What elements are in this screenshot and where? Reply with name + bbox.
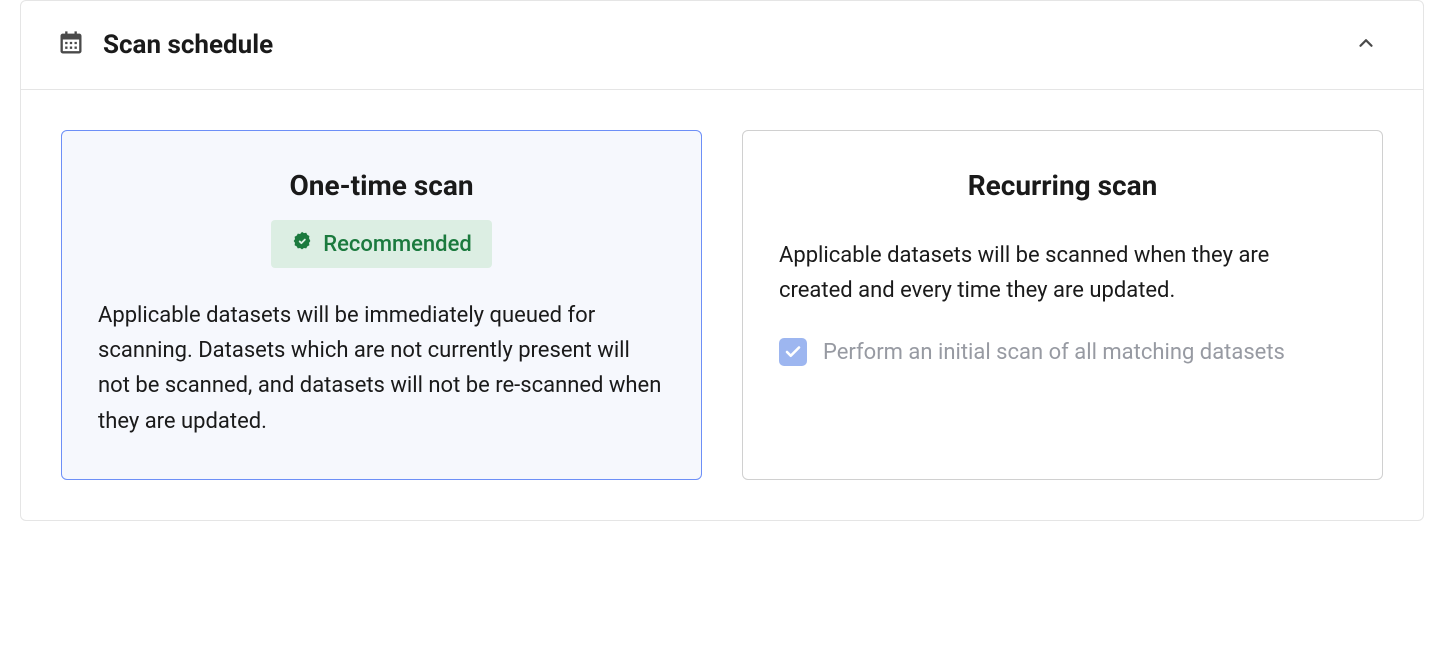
section-title: Scan schedule	[103, 30, 273, 60]
initial-scan-checkbox-label: Perform an initial scan of all matching …	[823, 336, 1285, 370]
section-body: One-time scan Recommended Applicable dat…	[21, 90, 1423, 520]
calendar-icon	[57, 29, 85, 61]
initial-scan-checkbox-row[interactable]: Perform an initial scan of all matching …	[779, 336, 1346, 370]
chevron-up-icon[interactable]	[1355, 32, 1377, 58]
recommended-badge: Recommended	[271, 220, 492, 268]
option-onetime-description: Applicable datasets will be immediately …	[98, 298, 665, 439]
initial-scan-checkbox[interactable]	[779, 338, 807, 366]
option-recurring-title: Recurring scan	[779, 169, 1346, 202]
option-recurring-description: Applicable datasets will be scanned when…	[779, 238, 1346, 308]
option-recurring-scan[interactable]: Recurring scan Applicable datasets will …	[742, 130, 1383, 480]
check-icon	[784, 343, 802, 361]
badge-row: Recommended	[98, 220, 665, 268]
recommended-badge-label: Recommended	[323, 232, 472, 257]
option-onetime-title: One-time scan	[98, 169, 665, 202]
check-seal-icon	[291, 230, 313, 258]
section-header[interactable]: Scan schedule	[21, 1, 1423, 90]
scan-schedule-section: Scan schedule One-time scan Recommended	[20, 0, 1424, 521]
option-onetime-scan[interactable]: One-time scan Recommended Applicable dat…	[61, 130, 702, 480]
